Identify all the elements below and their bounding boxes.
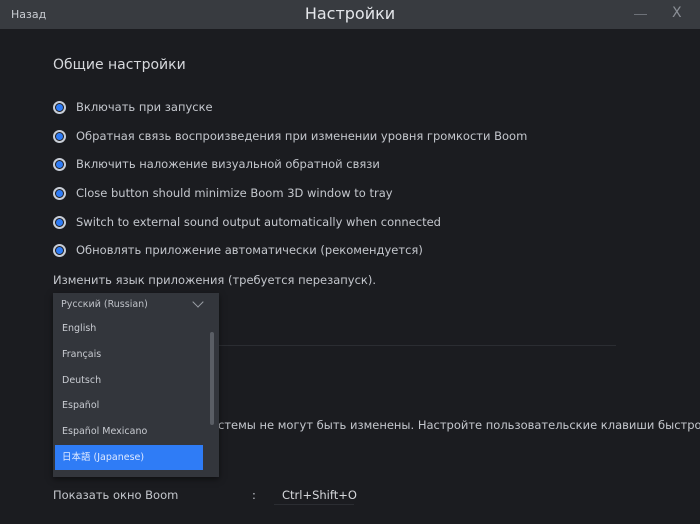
dropdown-selected[interactable]: Русский (Russian) xyxy=(61,299,148,310)
language-option[interactable]: Deutsch xyxy=(55,368,203,393)
shortcut-separator: : xyxy=(252,488,256,502)
language-option[interactable]: Español Mexicano xyxy=(55,419,203,444)
option-launch-at-startup[interactable]: Включать при запуске xyxy=(53,98,213,116)
language-dropdown[interactable]: Русский (Russian) English Français Deuts… xyxy=(53,293,219,477)
shortcut-label: Показать окно Boom xyxy=(53,488,179,502)
option-minimize-to-tray[interactable]: Close button should minimize Boom 3D win… xyxy=(53,184,393,202)
radio-icon[interactable] xyxy=(53,157,66,171)
language-label: Изменить язык приложения (требуется пере… xyxy=(53,273,376,287)
option-label: Switch to external sound output automati… xyxy=(76,215,441,229)
radio-icon[interactable] xyxy=(53,215,66,229)
language-option[interactable]: Français xyxy=(55,342,203,367)
dropdown-scrollbar[interactable] xyxy=(210,332,214,425)
window-title: Настройки xyxy=(304,4,396,23)
language-option[interactable]: Español xyxy=(55,393,203,418)
radio-icon[interactable] xyxy=(53,243,66,257)
option-auto-update[interactable]: Обновлять приложение автоматически (реко… xyxy=(53,241,423,259)
option-label: Включать при запуске xyxy=(76,100,213,114)
divider xyxy=(218,345,616,346)
title-bar: Назад Настройки X xyxy=(0,0,700,29)
option-visual-overlay[interactable]: Включить наложение визуальной обратной с… xyxy=(53,155,380,173)
shortcut-input[interactable]: Ctrl+Shift+O xyxy=(274,486,357,505)
hotkeys-note: стемы не могут быть изменены. Настройте … xyxy=(218,418,700,432)
radio-icon[interactable] xyxy=(53,100,66,114)
chevron-down-icon[interactable] xyxy=(192,296,204,308)
option-external-output[interactable]: Switch to external sound output automati… xyxy=(53,213,441,231)
close-button[interactable]: X xyxy=(672,5,682,21)
option-label: Close button should minimize Boom 3D win… xyxy=(76,186,393,200)
option-label: Включить наложение визуальной обратной с… xyxy=(76,157,380,171)
language-option[interactable]: English xyxy=(55,316,203,341)
language-option-highlighted[interactable]: 日本語 (Japanese) xyxy=(55,445,203,470)
option-volume-feedback[interactable]: Обратная связь воспроизведения при измен… xyxy=(53,127,527,145)
option-label: Обновлять приложение автоматически (реко… xyxy=(76,243,423,257)
section-title: Общие настройки xyxy=(53,57,186,73)
radio-icon[interactable] xyxy=(53,186,66,200)
option-label: Обратная связь воспроизведения при измен… xyxy=(76,129,528,143)
minimize-button[interactable] xyxy=(634,14,647,15)
radio-icon[interactable] xyxy=(53,129,66,143)
